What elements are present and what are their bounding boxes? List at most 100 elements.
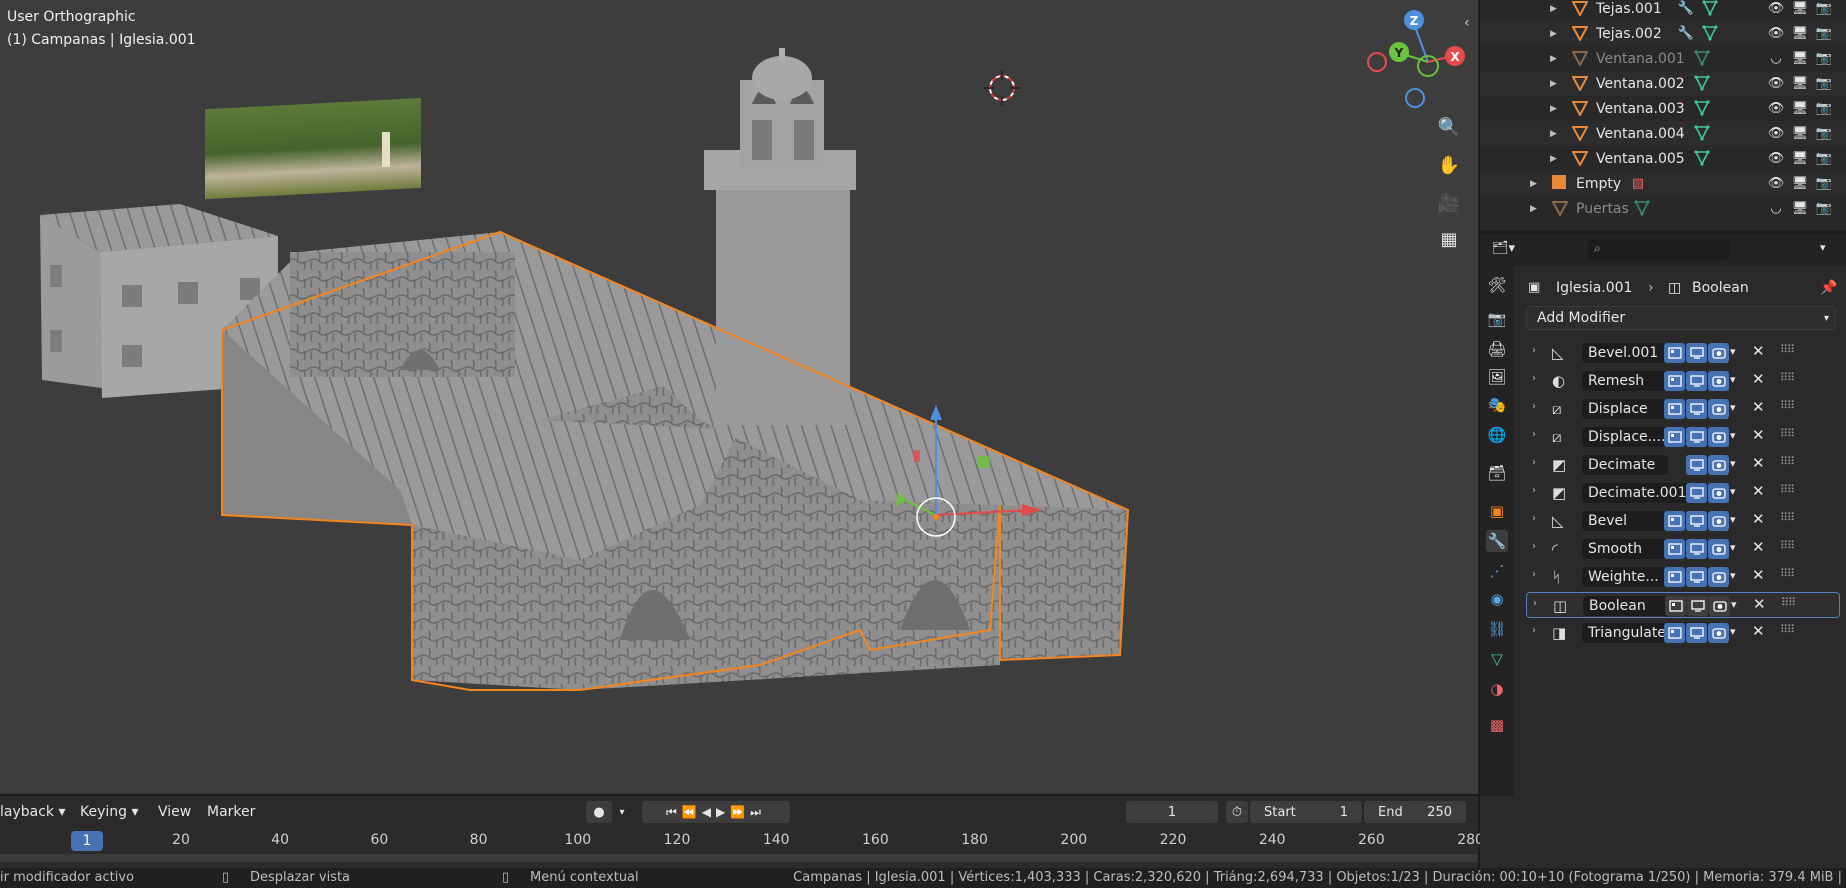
constraints-tab-icon[interactable]: ⛓ [1486,618,1508,640]
remove-modifier-icon[interactable]: ✕ [1752,538,1765,556]
pin-icon[interactable]: 📌 [1820,280,1837,296]
outliner-item-name[interactable]: Ventana.002 [1596,76,1685,92]
modifier-name-field[interactable]: Smooth [1582,539,1668,559]
outliner-item-name[interactable]: Puertas [1576,201,1629,217]
viewport-toggle-icon[interactable] [1686,343,1707,363]
grid-icon[interactable]: ▦ [1434,224,1464,254]
outliner[interactable]: ▶ Tejas.001 🔧 👁 🖥 📷 ▶ Tejas.002 🔧 👁 🖥 📷 ▶ Ventana.001… [1480,0,1846,230]
visibility-eye-icon[interactable]: 👁 [1768,150,1785,166]
drag-grip-icon[interactable]: ⠿⠿ [1780,371,1795,384]
timeline-scrollbar[interactable] [0,854,1478,862]
options-dropdown-icon[interactable]: ▾ [1820,241,1826,254]
outliner-row[interactable]: ▶ Tejas.002 🔧 👁 🖥 📷 [1480,21,1846,46]
output-tab-icon[interactable]: 🖨 [1486,338,1508,360]
add-modifier-dropdown[interactable]: Add Modifier ▾ [1526,306,1836,330]
auto-key-dropdown-icon[interactable]: ▾ [612,801,632,823]
collection-tab-icon[interactable]: 🗃 [1486,462,1508,484]
object-tab-icon[interactable]: ▣ [1486,500,1508,522]
modifier-name-field[interactable]: Displace [1582,399,1668,419]
modifier-panel[interactable]: › ◺ Bevel.001 ▾ ✕ ⠿⠿ [1526,340,1840,366]
bell-tower[interactable] [704,48,856,425]
pan-hand-icon[interactable]: ✋ [1434,150,1464,180]
outliner-item-name[interactable]: Ventana.005 [1596,151,1685,167]
view-menu[interactable]: View [158,804,191,820]
expand-chevron-icon[interactable]: › [1532,457,1536,468]
viewport-toggle-icon[interactable] [1686,455,1707,475]
viewport-display-icon[interactable]: 🖥 [1792,200,1809,216]
render-toggle-icon[interactable] [1708,427,1729,447]
edit-mode-toggle-icon[interactable] [1664,399,1685,419]
viewport-toggle-icon[interactable] [1686,427,1707,447]
expand-chevron-icon[interactable]: › [1532,429,1536,440]
modifier-name-field[interactable]: Displace.... [1582,427,1668,447]
playback-controls[interactable]: ⏮⏪◀▶⏩⏭ [642,801,790,823]
edit-mode-toggle-icon[interactable] [1664,539,1685,559]
expand-chevron-icon[interactable]: › [1532,373,1536,384]
visibility-eye-icon[interactable]: 👁 [1768,175,1785,191]
editor-type-icon[interactable]: 🗂▾ [1492,241,1526,259]
viewport-toggle-icon[interactable] [1686,483,1707,503]
church-mesh[interactable] [222,232,1128,690]
expand-arrow-icon[interactable]: ▶ [1550,29,1557,39]
current-frame-field[interactable]: 1 [1126,801,1218,823]
modifier-name-field[interactable]: Decimate.001 [1582,483,1698,503]
record-icon[interactable]: ● [586,801,612,823]
modifier-panel[interactable]: › ◺ Bevel ▾ ✕ ⠿⠿ [1526,508,1840,534]
scene-tab-icon[interactable]: 🎭 [1486,394,1508,416]
render-toggle-icon[interactable] [1708,539,1729,559]
expand-arrow-icon[interactable]: ▶ [1550,4,1557,14]
render-toggle-icon[interactable] [1708,455,1729,475]
modifier-menu-chevron-icon[interactable]: ▾ [1731,598,1737,611]
visibility-eye-icon[interactable]: 👁 [1768,0,1785,16]
render-camera-icon[interactable]: 📷 [1816,150,1832,166]
render-toggle-icon[interactable] [1708,483,1729,503]
modifier-name-field[interactable]: Remesh [1582,371,1668,391]
viewport-toggle-icon[interactable] [1686,539,1707,559]
expand-chevron-icon[interactable]: › [1533,598,1537,609]
render-toggle-icon[interactable] [1708,343,1729,363]
scene-render[interactable]: Z X Y [0,0,1478,794]
marker-menu[interactable]: Marker [207,804,255,820]
modifier-tab-icon[interactable]: 🔧 [1486,530,1508,552]
drag-grip-icon[interactable]: ⠿⠿ [1780,455,1795,468]
edit-mode-toggle-icon[interactable] [1664,567,1685,587]
outliner-row[interactable]: ▶ Ventana.004 👁 🖥 📷 [1480,121,1846,146]
drag-grip-icon[interactable]: ⠿⠿ [1780,343,1795,356]
edit-mode-toggle-icon[interactable] [1664,343,1685,363]
modifier-menu-chevron-icon[interactable]: ▾ [1730,373,1736,386]
remove-modifier-icon[interactable]: ✕ [1752,622,1765,640]
remove-modifier-icon[interactable]: ✕ [1752,398,1765,416]
render-toggle-icon[interactable] [1708,399,1729,419]
visibility-eye-icon[interactable]: 👁 [1768,100,1785,116]
outliner-item-name[interactable]: Ventana.003 [1596,101,1685,117]
outliner-item-name[interactable]: Empty [1576,176,1621,192]
outliner-row[interactable]: ▶ Ventana.002 👁 🖥 📷 [1480,71,1846,96]
remove-modifier-icon[interactable]: ✕ [1752,370,1765,388]
modifier-menu-chevron-icon[interactable]: ▾ [1730,457,1736,470]
drag-grip-icon[interactable]: ⠿⠿ [1780,427,1795,440]
modifier-menu-chevron-icon[interactable]: ▾ [1730,345,1736,358]
viewport-display-icon[interactable]: 🖥 [1792,125,1809,141]
drag-grip-icon[interactable]: ⠿⠿ [1780,483,1795,496]
reference-image[interactable] [205,97,421,200]
expand-arrow-icon[interactable]: ▶ [1550,129,1557,139]
camera-icon[interactable]: 🎥 [1434,188,1464,218]
expand-arrow-icon[interactable]: ▶ [1530,204,1537,214]
modifier-name-field[interactable]: Bevel.001 [1582,343,1668,363]
edit-mode-toggle-icon[interactable] [1664,511,1685,531]
remove-modifier-icon[interactable]: ✕ [1752,566,1765,584]
render-camera-icon[interactable]: 📷 [1816,100,1832,116]
outliner-row[interactable]: ▶ Puertas ◡ 🖥 📷 [1480,196,1846,221]
data-tab-icon[interactable]: ▽ [1486,648,1508,670]
render-camera-icon[interactable]: 📷 [1816,75,1832,91]
properties-search[interactable]: ⌕ [1588,240,1730,260]
modifier-name-field[interactable]: Decimate [1582,455,1668,475]
visibility-eye-icon[interactable]: 👁 [1768,75,1785,91]
modifier-menu-chevron-icon[interactable]: ▾ [1730,401,1736,414]
viewport-display-icon[interactable]: 🖥 [1792,175,1809,191]
texture-tab-icon[interactable]: ▩ [1486,714,1508,736]
viewport-display-icon[interactable]: 🖥 [1792,0,1809,16]
visibility-eye-icon[interactable]: ◡ [1768,50,1784,66]
timeline-ruler[interactable]: 1 20 40 60 80 100 120 140 160 180 200 220 240 260 280 [0,828,1484,868]
3d-cursor[interactable] [984,70,1020,106]
